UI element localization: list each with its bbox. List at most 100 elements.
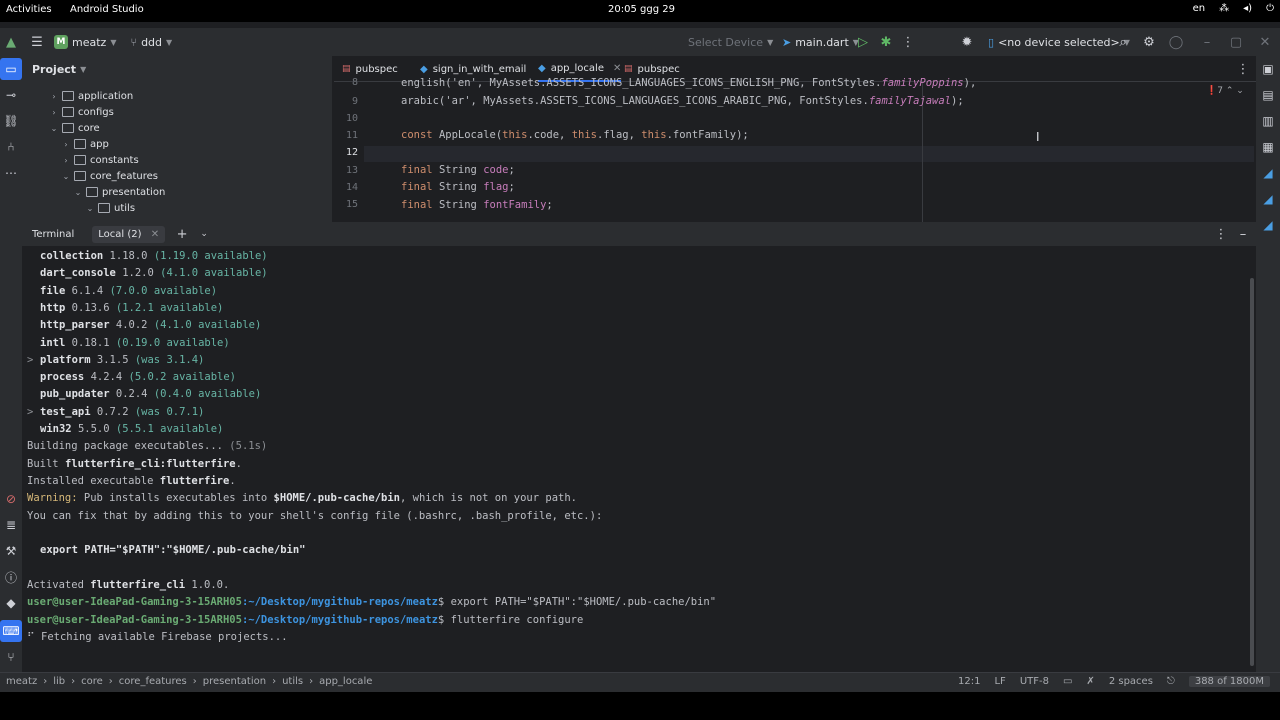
terminal-tool-icon[interactable]: ⌨: [0, 620, 22, 642]
more-actions-icon[interactable]: ⋮: [897, 31, 919, 53]
breadcrumb-item[interactable]: utils: [282, 676, 303, 687]
gradle-icon[interactable]: ▤: [1257, 84, 1279, 106]
project-tool-icon[interactable]: ▭: [0, 58, 22, 80]
package-version: 4.0.2: [115, 319, 148, 332]
device-dropdown[interactable]: ▯ <no device selected> ▼: [988, 36, 1130, 49]
readonly-toggle-icon[interactable]: ▭: [1063, 676, 1072, 687]
flutter-outline-icon[interactable]: ◢: [1257, 162, 1279, 184]
power-icon[interactable]: ⏻: [1266, 3, 1274, 14]
tree-item-core-features[interactable]: ⌄ core_features: [62, 168, 158, 184]
chevron-down-icon[interactable]: ⌄: [74, 188, 82, 197]
tree-item-constants[interactable]: › constants: [62, 152, 138, 168]
breadcrumb-item[interactable]: app_locale: [319, 676, 372, 687]
terminal-line: Installed executable flutterfire.: [27, 475, 236, 487]
file-encoding[interactable]: UTF-8: [1020, 676, 1049, 687]
flutter-devtools-icon[interactable]: ◢: [1257, 214, 1279, 236]
close-session-icon[interactable]: ✕: [151, 229, 159, 240]
terminal-scrollbar[interactable]: [1250, 278, 1254, 666]
caret-position[interactable]: 12:1: [958, 676, 980, 687]
line-separator[interactable]: LF: [994, 676, 1005, 687]
no-inspection-icon[interactable]: ✗: [1086, 676, 1094, 687]
code-token: this: [571, 129, 598, 141]
breadcrumb-item[interactable]: core: [81, 676, 103, 687]
breadcrumb-item[interactable]: core_features: [119, 676, 187, 687]
tree-item-app[interactable]: › app: [62, 136, 108, 152]
structure-icon[interactable]: ⛓: [0, 110, 22, 132]
new-session-icon[interactable]: +: [171, 223, 193, 245]
select-device-dropdown[interactable]: Select Device ▼: [688, 36, 773, 49]
branch-icon: ⑂: [130, 35, 138, 49]
tree-item-core[interactable]: ⌄ core: [50, 120, 100, 136]
main-menu-icon[interactable]: ☰: [26, 31, 48, 53]
device-manager-icon[interactable]: ▥: [1257, 110, 1279, 132]
pull-request-icon[interactable]: ⑃: [0, 136, 22, 158]
chevron-down-icon: ▼: [110, 37, 117, 47]
tree-item-application[interactable]: › application: [50, 88, 133, 104]
flutter-performance-icon[interactable]: ⊘: [0, 488, 22, 510]
debug-icon[interactable]: ✱: [875, 31, 897, 53]
session-dropdown-icon[interactable]: ⌄: [193, 223, 215, 245]
close-icon[interactable]: ✕: [1254, 31, 1276, 53]
chevron-right-icon[interactable]: ›: [62, 156, 70, 165]
chevron-right-icon[interactable]: ›: [50, 108, 58, 117]
project-selector[interactable]: M meatz ▼: [54, 35, 116, 49]
problems-icon[interactable]: ⓘ: [0, 566, 22, 588]
maximize-icon[interactable]: ▢: [1225, 31, 1247, 53]
memory-indicator[interactable]: 388 of 1800M: [1188, 676, 1270, 687]
tree-item-configs[interactable]: › configs: [50, 104, 113, 120]
project-panel-header[interactable]: Project ▼: [22, 56, 332, 82]
warning-indicator[interactable]: ❗7 ⌃ ⌄: [1206, 86, 1244, 96]
terminal-tab-title[interactable]: Terminal: [32, 229, 74, 240]
notifications-icon[interactable]: ▣: [1257, 58, 1279, 80]
breadcrumb-item[interactable]: presentation: [203, 676, 266, 687]
indent-setting[interactable]: 2 spaces: [1109, 676, 1153, 687]
close-tab-icon[interactable]: ✕: [613, 63, 621, 74]
account-icon[interactable]: ◯: [1165, 31, 1187, 53]
activities-button[interactable]: Activities: [6, 4, 52, 15]
search-icon[interactable]: ⌕: [1112, 31, 1134, 53]
code-editor[interactable]: 8 9 10 11 12 13 14 15 english('en', MyAs…: [334, 77, 1256, 222]
breadcrumb-item[interactable]: lib: [53, 676, 65, 687]
system-clock[interactable]: 20:05 ggg 29: [608, 4, 675, 15]
chevron-right-icon[interactable]: ›: [62, 140, 70, 149]
run-icon[interactable]: ▷: [852, 31, 874, 53]
terminal-text: Activated: [27, 579, 91, 591]
text-cursor-icon: I: [1036, 130, 1040, 144]
minimize-icon[interactable]: –: [1196, 31, 1218, 53]
chevron-down-icon[interactable]: ⌄: [62, 172, 70, 181]
network-icon[interactable]: ⁂: [1219, 3, 1229, 14]
tab-actions-icon[interactable]: ⋮: [1232, 58, 1254, 80]
chevron-down-icon[interactable]: ⌄: [86, 204, 94, 213]
gear-icon[interactable]: ⚙: [1138, 31, 1160, 53]
more-tools-icon[interactable]: ⋯: [0, 162, 22, 184]
logcat-icon[interactable]: ≣: [0, 514, 22, 536]
chevron-right-icon[interactable]: ›: [50, 92, 58, 101]
hide-panel-icon[interactable]: –: [1232, 223, 1254, 245]
breadcrumb-item[interactable]: meatz: [6, 676, 37, 687]
language-indicator[interactable]: en: [1193, 3, 1206, 14]
right-tool-strip: ▣ ▤ ▥ ▦ ◢ ◢ ◢: [1256, 56, 1280, 672]
commit-icon[interactable]: ⊸: [0, 84, 22, 106]
lock-icon[interactable]: ⎋: [1167, 676, 1175, 687]
code-token: flag: [483, 181, 509, 193]
terminal-options-icon[interactable]: ⋮: [1210, 223, 1232, 245]
code-token: ;: [508, 164, 515, 176]
code-token: english('en',: [401, 77, 490, 89]
volume-icon[interactable]: ◂): [1243, 3, 1252, 14]
chevron-right-icon: ›: [309, 676, 314, 687]
bug-icon[interactable]: ✹: [956, 31, 978, 53]
terminal-session-tab[interactable]: Local (2) ✕: [92, 225, 166, 243]
tree-item-presentation[interactable]: ⌄ presentation: [74, 184, 166, 200]
tree-item-utils[interactable]: ⌄ utils: [86, 200, 135, 216]
active-app-name[interactable]: Android Studio: [70, 4, 144, 15]
dart-analysis-icon[interactable]: ◆: [0, 592, 22, 614]
running-devices-icon[interactable]: ▦: [1257, 136, 1279, 158]
run-config-dropdown[interactable]: ➤ main.dart ▼: [782, 36, 859, 49]
build-icon[interactable]: ⚒: [0, 540, 22, 562]
terminal-output[interactable]: collection 1.18.0 (1.19.0 available) dart…: [22, 246, 1256, 672]
flutter-inspector-icon[interactable]: ◢: [1257, 188, 1279, 210]
git-icon[interactable]: ⑂: [0, 646, 22, 668]
branch-selector[interactable]: ⑂ ddd ▼: [130, 36, 172, 49]
chevron-down-icon[interactable]: ⌄: [50, 124, 58, 133]
terminal-text: flutterfire_cli:flutterfire: [64, 458, 236, 470]
